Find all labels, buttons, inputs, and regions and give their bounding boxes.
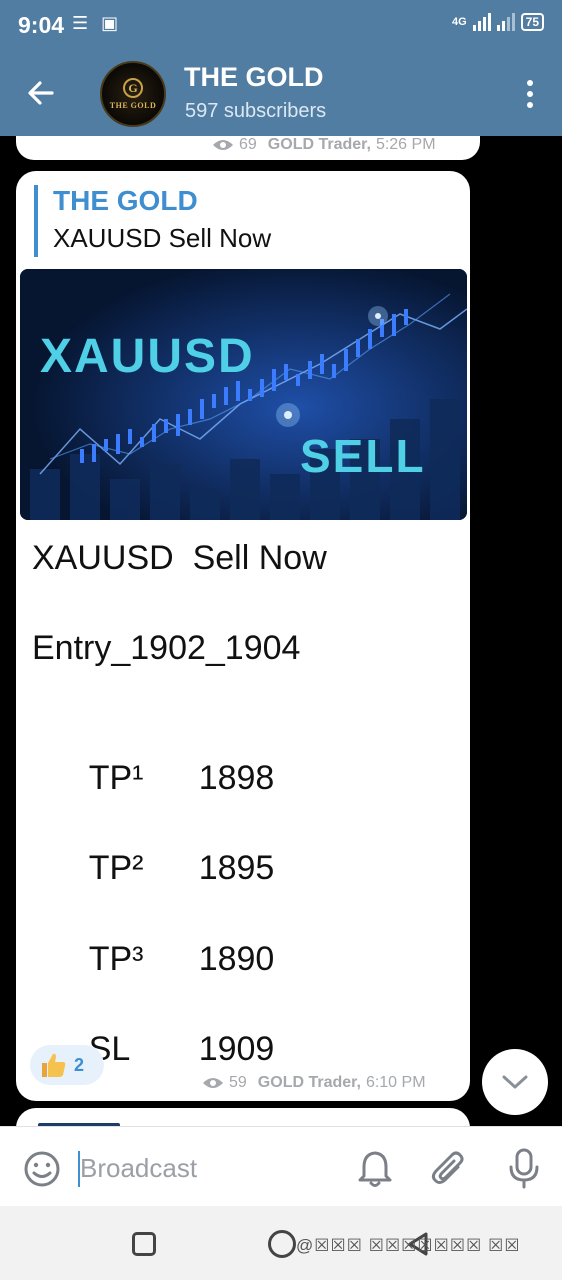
tp1-label: TP¹: [88, 759, 144, 797]
voice-button[interactable]: [506, 1147, 542, 1194]
paperclip-icon: [431, 1151, 464, 1184]
message-meta: 59 GOLD Trader, 6:10 PM: [202, 1074, 426, 1092]
scroll-down-button[interactable]: [482, 1049, 548, 1115]
channel-title[interactable]: THE GOLD: [184, 62, 324, 93]
chat-header: G THE GOLD THE GOLD 597 subscribers: [0, 50, 562, 136]
bell-icon: [358, 1151, 392, 1187]
quote-title: THE GOLD: [53, 185, 198, 216]
chevron-down-icon: [502, 1075, 528, 1089]
message-line-entry: Entry_1902_1904: [32, 629, 301, 667]
message-input-bar: [0, 1126, 562, 1206]
status-bar: 9:04 ☰ ▣ 4G 75: [0, 0, 562, 50]
previous-message-text: minutes: [34, 136, 164, 140]
status-time: 9:04: [18, 12, 65, 38]
signal-icon: [472, 13, 491, 31]
network-label: 4G: [451, 16, 467, 28]
avatar-logo: G: [123, 78, 143, 98]
previous-message-bubble[interactable]: minutes 69 GOLD Trader, 5:26 PM: [16, 136, 480, 160]
system-navigation-bar: @☒☒☒ ☒☒☒☒☒☒☒ ☒☒: [0, 1206, 562, 1280]
microphone-icon: [509, 1148, 539, 1189]
avatar-logo-text: THE GOLD: [109, 101, 157, 110]
next-message-bubble[interactable]: [16, 1108, 470, 1126]
dot: [527, 102, 533, 108]
silent-broadcast-button[interactable]: [358, 1149, 392, 1194]
promo-image[interactable]: XAUUSD SELL: [20, 269, 467, 520]
tp3-value: 1890: [198, 940, 275, 978]
dot: [527, 80, 533, 86]
quote-text: XAUUSD Sell Now: [53, 223, 272, 253]
reply-quote[interactable]: THE GOLD XAUUSD Sell Now: [34, 185, 271, 257]
eye-icon: [203, 1078, 223, 1088]
chat-area[interactable]: minutes 69 GOLD Trader, 5:26 PM THE GOLD…: [0, 136, 562, 1126]
signal-2-icon: [496, 13, 515, 31]
broadcast-input[interactable]: [80, 1153, 340, 1184]
smiley-icon: [24, 1151, 60, 1187]
tp2-value: 1895: [198, 849, 275, 887]
message-time: 6:10 PM: [365, 1074, 426, 1091]
reaction-count: 2: [74, 1054, 85, 1075]
arrow-left-icon: [28, 81, 54, 105]
battery-icon: 75: [520, 13, 544, 31]
previous-message-meta: 69 GOLD Trader, 5:26 PM: [212, 136, 436, 154]
emoji-button[interactable]: [22, 1149, 62, 1194]
view-count: 69: [239, 136, 257, 153]
thumbs-up-icon: [42, 1053, 66, 1077]
promo-title: XAUUSD: [40, 330, 255, 383]
message-author: GOLD Trader,: [267, 136, 371, 153]
tp2-label: TP²: [88, 849, 144, 887]
channel-avatar[interactable]: G THE GOLD: [100, 61, 166, 127]
message-author: GOLD Trader,: [257, 1074, 361, 1091]
subscriber-count: 597 subscribers: [185, 100, 327, 122]
notification-icons: ☰ ▣: [72, 13, 123, 33]
dot: [527, 91, 533, 97]
message-time: 5:26 PM: [375, 136, 436, 153]
eye-icon: [213, 140, 233, 150]
watermark-text: @☒☒☒ ☒☒☒☒☒☒☒ ☒☒: [296, 1236, 521, 1255]
attach-button[interactable]: [430, 1149, 468, 1194]
tp3-label: TP³: [88, 940, 144, 978]
message-bubble[interactable]: THE GOLD XAUUSD Sell Now XAUUSD SELL XAU…: [16, 171, 470, 1101]
sl-value: 1909: [198, 1030, 275, 1068]
promo-subtitle: SELL: [300, 430, 426, 482]
back-button[interactable]: [24, 76, 58, 110]
sl-label: SL: [88, 1030, 131, 1068]
message-line-headline: XAUUSD Sell Now: [32, 539, 327, 577]
home-button[interactable]: [268, 1230, 296, 1258]
status-right: 4G 75: [452, 13, 544, 31]
reaction-chip[interactable]: 2: [30, 1045, 104, 1085]
recent-apps-button[interactable]: [132, 1232, 156, 1256]
tp1-value: 1898: [198, 759, 275, 797]
more-menu-button[interactable]: [526, 80, 534, 108]
view-count: 59: [229, 1074, 247, 1091]
